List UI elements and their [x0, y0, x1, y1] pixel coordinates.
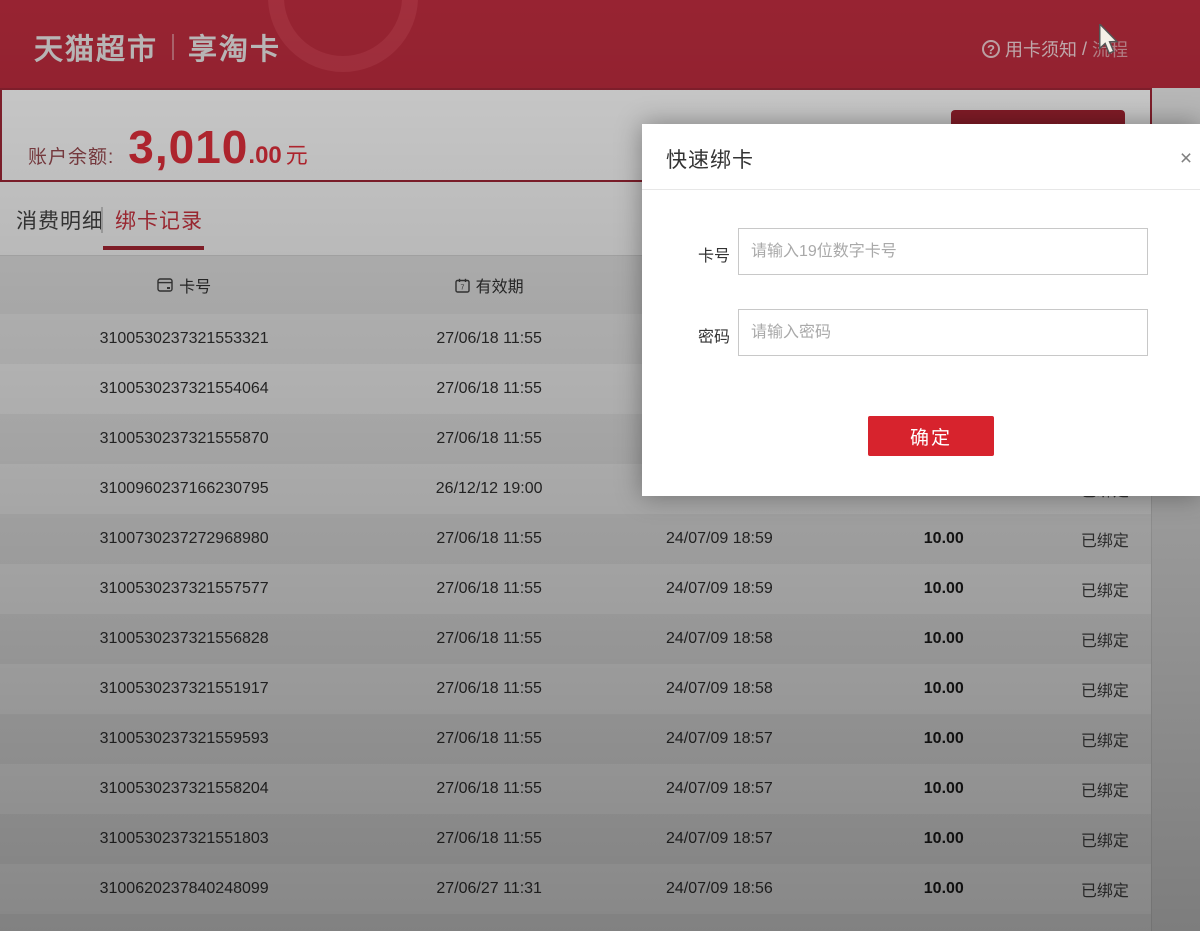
modal-header: 快速绑卡 ×	[642, 124, 1200, 190]
password-label: 密码	[642, 323, 730, 347]
close-icon[interactable]: ×	[1175, 148, 1197, 170]
card-number-label: 卡号	[642, 242, 730, 266]
password-form-row: 密码	[642, 309, 1200, 357]
password-input[interactable]	[738, 309, 1148, 356]
quick-bind-modal: 快速绑卡 × 卡号 密码 确定	[642, 124, 1200, 496]
card-number-input[interactable]	[738, 228, 1148, 275]
confirm-button[interactable]: 确定	[868, 416, 994, 456]
card-number-form-row: 卡号	[642, 228, 1200, 276]
modal-title: 快速绑卡	[666, 144, 754, 174]
